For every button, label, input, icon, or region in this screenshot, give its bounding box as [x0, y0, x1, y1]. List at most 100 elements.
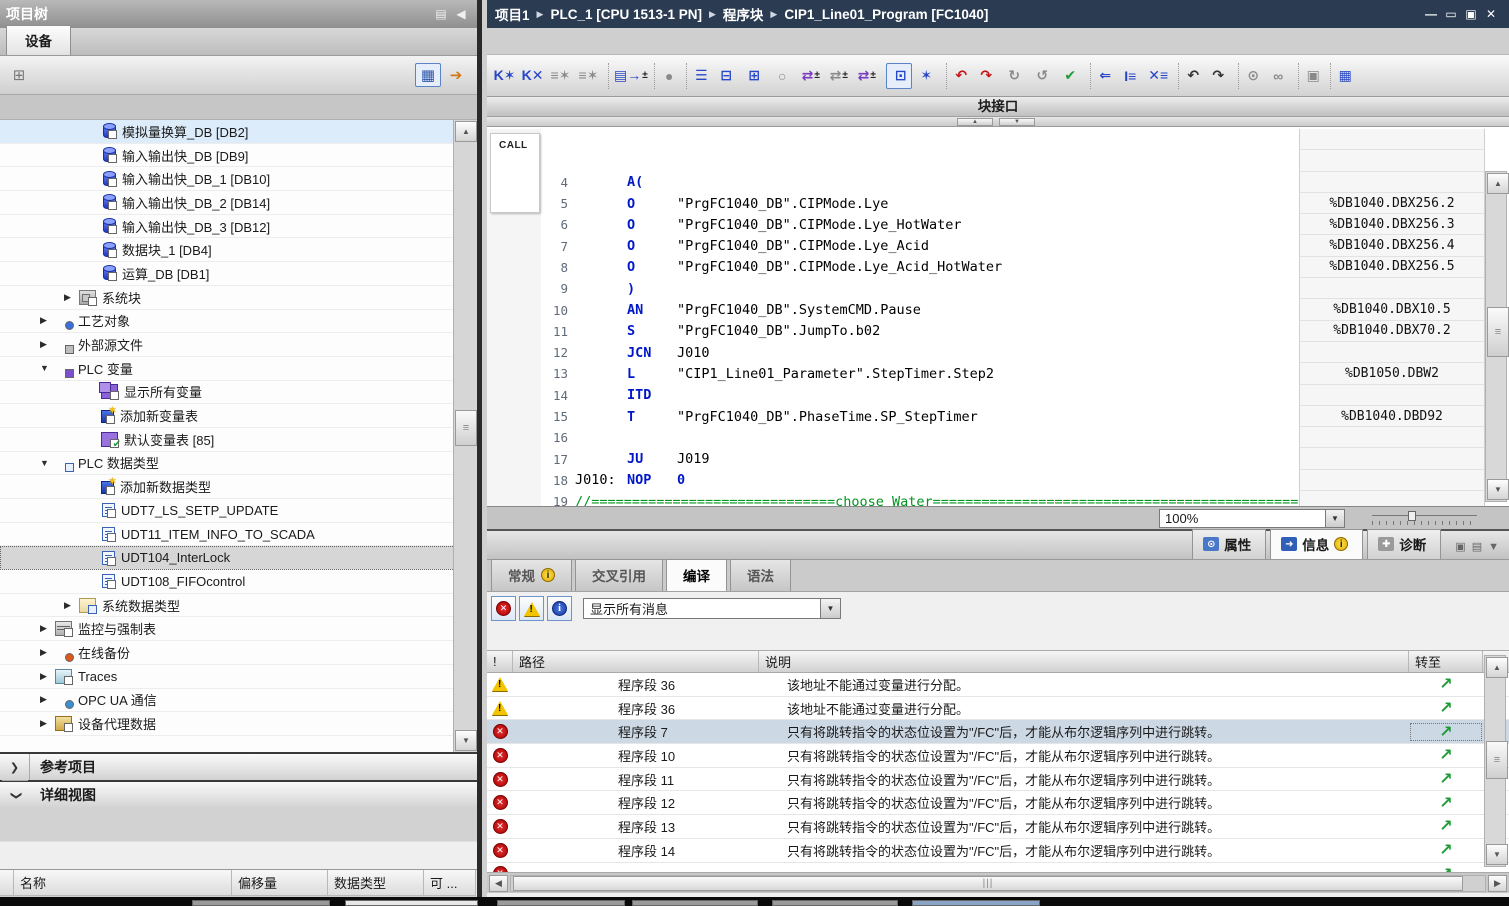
error-filter-button[interactable]: [491, 596, 516, 621]
code-line[interactable]: 10 AN "PrgFC1040_DB".SystemCMD.Pause %DB…: [487, 299, 1509, 320]
next-error-icon[interactable]: ↷: [974, 63, 1000, 89]
code-line[interactable]: 4 A(: [487, 172, 1509, 193]
update-block-call-icon[interactable]: ↻: [1002, 63, 1028, 89]
goto-arrow-icon[interactable]: ↗: [1439, 700, 1452, 717]
tree-item[interactable]: 显示所有变量: [0, 381, 477, 405]
expand-arrow-icon[interactable]: ▶: [40, 339, 55, 350]
goto-cell[interactable]: ↗: [1409, 769, 1483, 789]
message-scrollbar[interactable]: ▲ ▼: [1484, 655, 1506, 867]
collapse-networks-icon[interactable]: ⊞: [742, 63, 768, 89]
float-window-icon[interactable]: ▭: [1441, 7, 1461, 21]
refresh-interface-icon[interactable]: ↺: [1030, 63, 1056, 89]
message-hscrollbar[interactable]: ◀ ||| ▶: [487, 872, 1509, 893]
scroll-up-icon[interactable]: ▲: [455, 121, 477, 142]
message-row[interactable]: 程序段 11 只有将跳转指令的状态位设置为"/FC"后，才能从布尔逻辑序列中进行…: [487, 768, 1509, 792]
tree-item[interactable]: UDT7_LS_SETP_UPDATE: [0, 499, 477, 523]
breadcrumb-item[interactable]: PLC_1 [CPU 1513-1 PN]: [550, 7, 702, 22]
open-editor-icon[interactable]: ➔: [443, 63, 469, 87]
tree-item[interactable]: 输入输出快_DB [DB9]: [0, 144, 477, 168]
scroll-down-icon[interactable]: ▼: [1486, 844, 1508, 865]
call-block-tab[interactable]: CALL: [490, 133, 540, 213]
expand-arrow-icon[interactable]: ▶: [40, 694, 55, 705]
symbolic-representation-icon[interactable]: ⇄±: [854, 63, 880, 89]
tree-item[interactable]: ▶ 工艺对象: [0, 310, 477, 334]
auto-collapse-icon[interactable]: ▤: [431, 7, 451, 21]
tree-item[interactable]: UDT104_InterLock: [0, 546, 477, 570]
code-line[interactable]: 11 S "PrgFC1040_DB".JumpTo.b02 %DB1040.D…: [487, 321, 1509, 342]
open-all-blocks-icon[interactable]: ▤→±: [608, 63, 648, 89]
goto-arrow-icon[interactable]: ↗: [1439, 795, 1452, 812]
goto-arrow-icon[interactable]: ↗: [1439, 842, 1452, 859]
expand-networks-icon[interactable]: ⊟: [714, 63, 740, 89]
taskbar-button[interactable]: [497, 900, 625, 906]
insert-stl-line-icon[interactable]: ≡✶: [548, 63, 574, 89]
code-line[interactable]: 13 L "CIP1_Line01_Parameter".StepTimer.S…: [487, 363, 1509, 384]
network-comments-icon[interactable]: ○: [770, 63, 796, 89]
zoom-slider-handle[interactable]: [1408, 511, 1416, 521]
tree-item[interactable]: ▶ 在线备份: [0, 641, 477, 665]
code-line[interactable]: 19 //==============================choos…: [487, 491, 1509, 507]
minimize-icon[interactable]: —: [1421, 7, 1441, 21]
tree-item[interactable]: 添加新数据类型: [0, 475, 477, 499]
search-icon[interactable]: ⊙: [1238, 63, 1264, 89]
close-icon[interactable]: ✕: [1481, 7, 1501, 21]
code-line[interactable]: 12 JCN J010: [487, 342, 1509, 363]
message-row[interactable]: 程序段 10 只有将跳转指令的状态位设置为"/FC"后，才能从布尔逻辑序列中进行…: [487, 744, 1509, 768]
tab-diagnostics[interactable]: ✚ 诊断: [1367, 529, 1441, 559]
jump-forward-icon[interactable]: ↷: [1206, 63, 1232, 89]
expand-arrow-icon[interactable]: ▶: [40, 647, 55, 658]
goto-cell[interactable]: ↗: [1409, 793, 1483, 813]
tree-item[interactable]: 默认变量表 [85]: [0, 428, 477, 452]
taskbar-button[interactable]: [912, 900, 1040, 906]
tree-item[interactable]: 模拟量换算_DB [DB2]: [0, 120, 477, 144]
subtab-cross-references[interactable]: 交叉引用: [575, 559, 663, 591]
code-line[interactable]: 5 O "PrgFC1040_DB".CIPMode.Lye %DB1040.D…: [487, 193, 1509, 214]
tab-devices[interactable]: 设备: [6, 25, 71, 55]
code-line[interactable]: 14 ITD: [487, 385, 1509, 406]
tree-item[interactable]: 添加新变量表: [0, 404, 477, 428]
expand-arrow-icon[interactable]: ▼: [40, 458, 55, 468]
goto-cell[interactable]: ↗: [1409, 698, 1483, 718]
tree-options-icon[interactable]: ⊞: [6, 63, 32, 87]
tree-item[interactable]: ▶ 外部源文件: [0, 333, 477, 357]
float-panel-icon[interactable]: ▣: [1455, 540, 1465, 553]
message-row[interactable]: 程序段 14 只有将跳转指令的状态位设置为"/FC"后，才能从布尔逻辑序列中进行…: [487, 839, 1509, 863]
goto-arrow-icon[interactable]: ↗: [1439, 676, 1452, 693]
network-overview-icon[interactable]: ☰: [686, 63, 712, 89]
tree-item[interactable]: ▶ Traces: [0, 665, 477, 689]
scroll-down-icon[interactable]: ▼: [455, 730, 477, 751]
detail-column-header[interactable]: 名称: [14, 870, 232, 896]
tree-item[interactable]: 输入输出快_DB_1 [DB10]: [0, 167, 477, 191]
goto-cell[interactable]: ↗: [1409, 840, 1483, 860]
collapse-panel-icon[interactable]: ▼: [1488, 541, 1499, 553]
window-layout-icon[interactable]: ▦: [1330, 63, 1356, 89]
scroll-down-icon[interactable]: ▼: [1487, 479, 1509, 500]
expand-arrow-icon[interactable]: ▶: [40, 671, 55, 682]
block-interface-header[interactable]: 块接口: [487, 97, 1509, 117]
code-line[interactable]: 16: [487, 427, 1509, 448]
tree-item[interactable]: 输入输出快_DB_3 [DB12]: [0, 215, 477, 239]
tree-item[interactable]: ▶ 系统数据类型: [0, 594, 477, 618]
goto-cell[interactable]: ↗: [1409, 722, 1483, 742]
column-path[interactable]: 路径: [513, 651, 759, 672]
expand-arrow-icon[interactable]: ▶: [64, 292, 79, 303]
editor-scrollbar-thumb[interactable]: [1487, 307, 1509, 357]
scroll-left-icon[interactable]: ◀: [489, 875, 508, 892]
maximize-icon[interactable]: ▣: [1461, 7, 1481, 21]
absolute-operands-icon[interactable]: ⇄±: [798, 63, 824, 89]
column-goto[interactable]: 转至: [1409, 651, 1483, 672]
delete-network-icon[interactable]: K✕: [520, 63, 546, 89]
keep-result-icon[interactable]: ●: [654, 63, 680, 89]
message-filter-combobox[interactable]: 显示所有消息 ▼: [583, 598, 841, 619]
code-line[interactable]: 8 O "PrgFC1040_DB".CIPMode.Lye_Acid_HotW…: [487, 257, 1509, 278]
taskbar-button[interactable]: [632, 900, 758, 906]
tab-info[interactable]: ➜ 信息 i: [1270, 529, 1363, 559]
detail-column-header[interactable]: 可 ...: [424, 870, 476, 896]
message-row[interactable]: 程序段 36 该地址不能通过变量进行分配。 ↗: [487, 697, 1509, 721]
detail-column-header[interactable]: 偏移量: [232, 870, 328, 896]
goto-arrow-icon[interactable]: ↗: [1439, 747, 1452, 764]
jump-back-icon[interactable]: ↶: [1178, 63, 1204, 89]
taskbar-button[interactable]: [192, 900, 330, 906]
splitter-up-icon[interactable]: ▲: [957, 118, 993, 126]
goto-definition-icon[interactable]: ⇐: [1090, 63, 1116, 89]
